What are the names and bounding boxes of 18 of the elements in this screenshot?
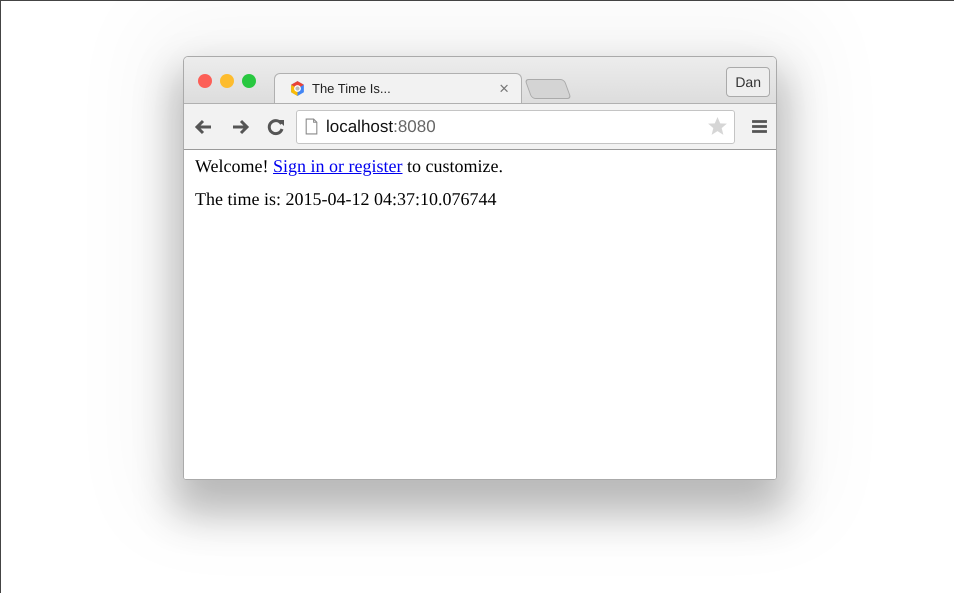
star-icon[interactable] xyxy=(707,116,728,137)
time-text: The time is: 2015-04-12 04:37:10.076744 xyxy=(195,189,498,210)
address-field[interactable]: localhost:8080 xyxy=(296,110,735,144)
url-text: localhost:8080 xyxy=(326,116,436,136)
browser-tab[interactable]: The Time Is... × xyxy=(274,73,522,103)
page-icon xyxy=(305,118,318,135)
sign-in-link[interactable]: Sign in or register xyxy=(273,156,402,176)
reload-icon[interactable] xyxy=(266,116,286,136)
zoom-window-button[interactable] xyxy=(242,74,256,88)
close-window-button[interactable] xyxy=(198,74,212,88)
menu-icon[interactable] xyxy=(751,118,768,135)
hexagon-logo-icon xyxy=(289,80,306,97)
tab-title: The Time Is... xyxy=(312,81,392,96)
minimize-window-button[interactable] xyxy=(220,74,234,88)
new-tab-button[interactable] xyxy=(524,79,572,99)
tab-close-button[interactable]: × xyxy=(499,78,509,98)
welcome-text: Welcome! Sign in or register to customize. xyxy=(195,156,504,177)
profile-button[interactable]: Dan xyxy=(726,67,770,97)
